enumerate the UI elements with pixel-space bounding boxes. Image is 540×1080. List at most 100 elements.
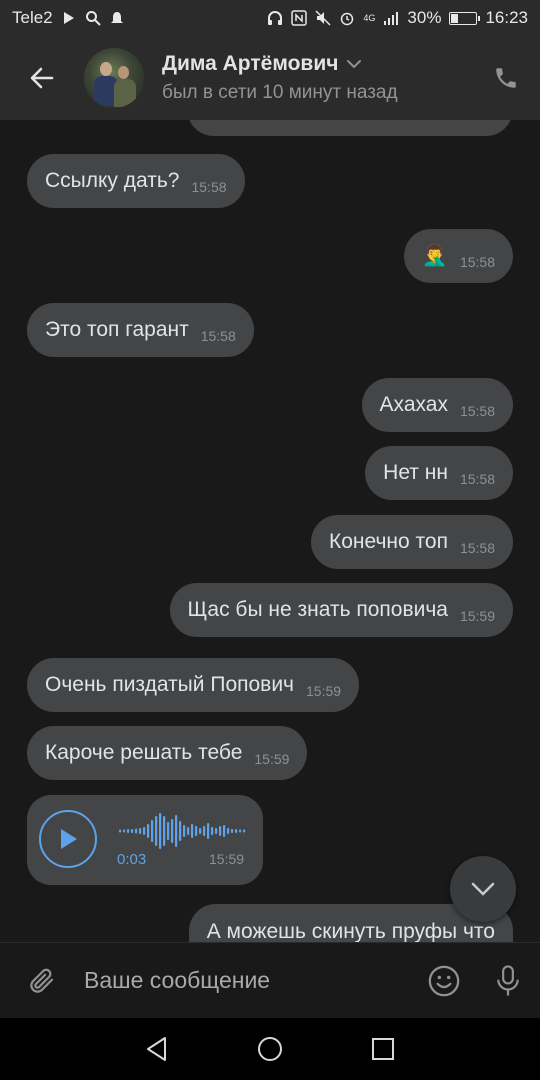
waveform-bar [199,828,202,834]
emoji-icon [428,965,460,996]
message-text: А можешь скинуть пруфы что [206,920,495,942]
last-seen-status: был в сети 10 минут назад [162,82,398,103]
voice-message[interactable]: 0:03 15:59 [27,795,263,885]
waveform-bar [119,829,122,833]
message-text: Кароче решать тебе [45,741,243,764]
message-bubble[interactable]: 🤦‍♂️ 15:58 [403,229,513,283]
message-time: 15:58 [459,254,495,270]
message-bubble[interactable]: Конечно топ 15:58 [310,515,513,569]
message-list[interactable]: Ссылку дать? 15:58 🤦‍♂️ 15:58 Это топ га… [0,120,540,942]
waveform-bar [219,826,222,836]
voice-duration: 0:03 [117,851,147,868]
message-bubble[interactable]: Очень пиздатый Попович 15:59 [27,658,360,712]
message-text: Это топ гарант [45,318,189,341]
call-button[interactable] [476,36,536,120]
message-text: Ахахах [379,393,448,416]
message-bubble[interactable]: Ахахах 15:58 [361,378,513,432]
message-emoji: 🤦‍♂️ [421,244,448,267]
message-bubble[interactable]: Нет нн 15:58 [365,446,513,500]
waveform-bar [195,826,198,836]
message-text: Ссылку дать? [45,169,180,192]
message-bubble[interactable]: Щас бы не знать поповича 15:59 [169,583,513,637]
microphone-button[interactable] [476,943,540,1019]
message-time: 15:59 [209,851,245,867]
back-arrow-icon [30,67,54,89]
nfc-icon [291,10,308,26]
avatar[interactable] [84,48,144,108]
signal-icon [383,10,399,26]
waveform-bar [179,821,182,841]
message-composer: Ваше сообщение [0,942,540,1018]
mute-icon [315,10,331,26]
microphone-icon [497,964,519,996]
phone-icon [496,68,516,88]
notification-icon [109,10,125,26]
waveform-bar [147,824,150,838]
waveform-bar [227,828,230,834]
message-time: 15:58 [459,403,495,419]
waveform-bar [191,824,194,838]
emoji-button[interactable] [412,943,476,1019]
attach-button[interactable] [0,943,84,1019]
message-text: Нет нн [383,461,448,484]
message-bubble[interactable]: Ссылку дать? 15:58 [27,154,245,208]
waveform-bar [155,816,158,846]
message-text: Щас бы не знать поповича [187,598,448,621]
attach-icon [30,968,54,993]
waveform-bar [203,826,206,836]
play-icon [61,829,77,849]
waveform-bar [159,813,162,849]
waveform-bar [127,829,130,833]
search-icon [85,10,101,26]
message-text: Очень пиздатый Попович [45,673,294,696]
waveform-bar [131,829,134,833]
clock: 16:23 [485,8,528,27]
waveform-bar [183,825,186,837]
chevron-down-icon [347,60,362,69]
triangle-back-icon [146,1037,166,1061]
waveform-bar [163,816,166,846]
battery-icon [449,11,481,25]
nav-recents-button[interactable] [353,1019,413,1079]
headphones-icon [267,10,283,26]
network-type: 4G [363,12,376,23]
alarm-icon [339,10,355,26]
contact-name: Дима Артёмович [162,52,339,75]
scroll-down-button[interactable] [450,856,516,922]
message-time: 15:58 [459,540,495,556]
nav-back-button[interactable] [127,1019,187,1079]
waveform-bar [223,825,226,837]
message-input[interactable]: Ваше сообщение [84,967,412,994]
waveform-bar [139,828,142,834]
contact-info[interactable]: Дима Артёмович был в сети 10 минут назад [162,52,476,104]
waveform[interactable] [119,811,249,851]
status-bar: Tele2 4G 30% 16:23 [0,0,540,36]
waveform-bar [175,815,178,847]
circle-home-icon [257,1037,282,1061]
system-navigation-bar [0,1018,540,1080]
message-time: 15:59 [459,608,495,624]
square-recents-icon [372,1038,395,1060]
waveform-bar [135,828,138,834]
message-bubble[interactable]: Это топ гарант 15:58 [27,303,254,357]
message-bubble[interactable] [187,120,513,136]
back-button[interactable] [0,36,84,120]
waveform-bar [207,823,210,839]
carrier-label: Tele2 [12,8,53,27]
waveform-bar [239,829,242,833]
message-time: 15:58 [200,328,236,344]
waveform-bar [143,827,146,835]
chat-header: Дима Артёмович был в сети 10 минут назад [0,36,540,120]
waveform-bar [171,819,174,843]
nav-home-button[interactable] [240,1019,300,1079]
play-button[interactable] [39,810,97,868]
message-bubble[interactable]: Кароче решать тебе 15:59 [27,726,308,780]
waveform-bar [231,829,234,833]
play-icon [61,10,77,26]
waveform-bar [187,827,190,835]
battery-percent: 30% [407,8,442,27]
waveform-bar [215,828,218,834]
message-text: Конечно топ [328,530,448,553]
message-time: 15:59 [254,751,290,767]
waveform-bar [243,829,246,833]
